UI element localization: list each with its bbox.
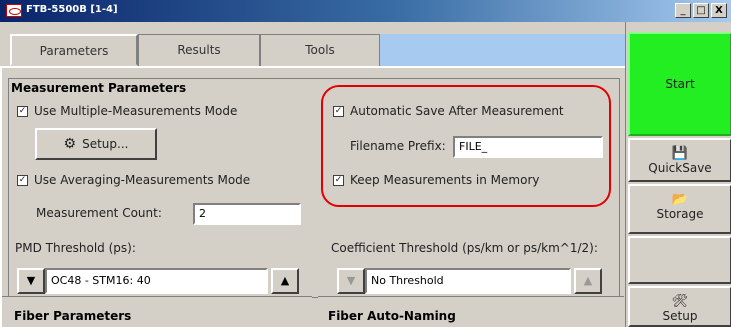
side-panel: Start 💾 QuickSave 📂 Storage 🛠 Setup [625, 22, 731, 327]
folder-icon: 📂 [671, 192, 689, 207]
quicksave-button[interactable]: 💾 QuickSave [628, 138, 731, 182]
minimize-button[interactable]: _ [675, 3, 691, 18]
setup-side-label: Setup [662, 309, 698, 323]
arrow-down-icon: ▼ [346, 274, 356, 287]
start-button[interactable]: Start [628, 32, 731, 136]
fiber-parameters-header: Fiber Parameters [2, 296, 312, 327]
pmd-threshold-label: PMD Threshold (ps): [15, 241, 136, 255]
maximize-button[interactable]: □ [693, 3, 709, 18]
coef-increment-button[interactable]: ▲ [574, 268, 602, 294]
averaging-label: Use Averaging-Measurements Mode [34, 173, 251, 187]
setup-gear-icon: ⚙ [63, 136, 77, 152]
coefficient-threshold-value: No Threshold [365, 268, 571, 294]
count-label: Measurement Count: [36, 206, 162, 220]
tab-results[interactable]: Results [138, 34, 260, 66]
checkbox-box[interactable]: ✓ [17, 174, 28, 186]
tab-tools[interactable]: Tools [260, 34, 380, 66]
setup-button[interactable]: ⚙ Setup... [35, 128, 157, 160]
window-title: FTB-5500B [1-4] [26, 4, 118, 15]
app-icon [6, 4, 22, 17]
pmd-increment-button[interactable]: ▲ [271, 268, 299, 294]
title-bar: FTB-5500B [1-4] _ □ X [0, 0, 731, 22]
floppy-disk-icon: 💾 [671, 146, 689, 161]
coefficient-threshold-label: Coefficient Threshold (ps/km or ps/km^1/… [331, 241, 598, 255]
multi-mode-label: Use Multiple-Measurements Mode [34, 104, 238, 118]
tab-bar: Parameters Results Tools [0, 22, 625, 66]
count-input[interactable]: 2 [193, 203, 301, 225]
setup-side-button[interactable]: 🛠 Setup [628, 286, 731, 327]
tab-spacer [380, 34, 625, 66]
storage-label: Storage [656, 207, 704, 221]
checkbox-box[interactable]: ✓ [17, 105, 28, 117]
tools-icon: 🛠 [671, 294, 689, 309]
tab-parameters[interactable]: Parameters [10, 34, 138, 66]
storage-button[interactable]: 📂 Storage [628, 184, 731, 234]
close-button[interactable]: X [711, 3, 727, 18]
setup-button-label: Setup... [82, 137, 129, 151]
empty-side-slot [628, 236, 731, 284]
arrow-down-icon: ▼ [26, 274, 36, 287]
arrow-up-icon: ▲ [280, 274, 290, 287]
quicksave-label: QuickSave [648, 161, 712, 175]
coef-decrement-button[interactable]: ▼ [337, 268, 365, 294]
multi-mode-checkbox[interactable]: ✓ Use Multiple-Measurements Mode [17, 104, 237, 118]
highlight-annotation [321, 85, 611, 207]
fiber-auto-naming-header: Fiber Auto-Naming [318, 296, 624, 327]
averaging-checkbox[interactable]: ✓ Use Averaging-Measurements Mode [17, 173, 250, 187]
pmd-threshold-value: OC48 - STM16: 40 [45, 268, 268, 294]
group-title: Measurement Parameters [11, 81, 187, 95]
arrow-up-icon: ▲ [583, 274, 593, 287]
pmd-decrement-button[interactable]: ▼ [17, 268, 45, 294]
